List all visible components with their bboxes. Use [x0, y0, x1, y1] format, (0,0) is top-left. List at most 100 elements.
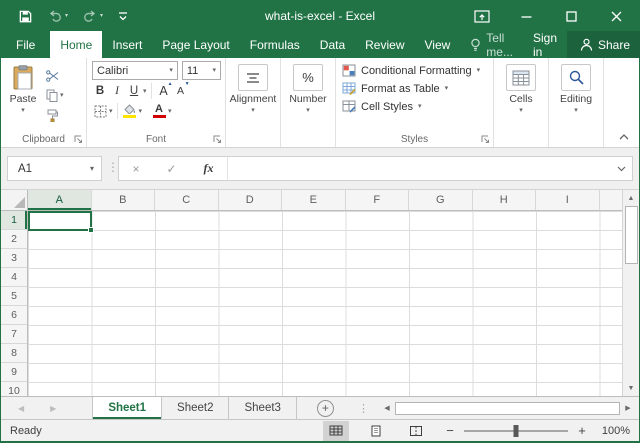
increase-font-size-button[interactable]: A▲: [156, 82, 172, 100]
horizontal-scrollbar-thumb[interactable]: [395, 402, 620, 415]
underline-button[interactable]: U: [126, 82, 142, 100]
row-header[interactable]: 8: [1, 344, 27, 363]
fill-color-dropdown-icon[interactable]: ▾: [139, 108, 143, 115]
spreadsheet-grid[interactable]: [28, 211, 622, 396]
clipboard-dialog-launcher[interactable]: [73, 134, 83, 144]
scroll-right-arrow-icon[interactable]: ▶: [620, 400, 636, 416]
column-header[interactable]: A: [28, 190, 92, 210]
ribbon-tab[interactable]: View: [415, 31, 461, 58]
enter-entry-button[interactable]: ✓: [166, 162, 176, 176]
editing-group[interactable]: Editing ▾: [549, 58, 604, 147]
share-button[interactable]: Share: [567, 31, 640, 58]
font-dialog-launcher[interactable]: [212, 134, 222, 144]
redo-button[interactable]: ▾: [83, 10, 103, 22]
zoom-slider[interactable]: [464, 430, 568, 432]
next-sheet-arrow-icon[interactable]: ▶: [50, 404, 56, 413]
ribbon-display-options-button[interactable]: [459, 1, 504, 31]
italic-button[interactable]: I: [109, 82, 125, 100]
new-sheet-button[interactable]: +: [317, 400, 334, 417]
borders-button[interactable]: [92, 102, 108, 120]
underline-dropdown-icon[interactable]: ▾: [143, 88, 147, 95]
customize-quick-access-toolbar-button[interactable]: [118, 11, 128, 21]
number-group[interactable]: % Number ▾: [281, 58, 336, 147]
paste-button[interactable]: Paste ▾: [3, 61, 43, 132]
column-header[interactable]: H: [473, 190, 537, 210]
expand-formula-bar-icon[interactable]: [617, 166, 626, 172]
column-header[interactable]: G: [409, 190, 473, 210]
row-header[interactable]: 5: [1, 287, 27, 306]
name-box[interactable]: A1 ▾: [7, 156, 102, 181]
column-header[interactable]: D: [219, 190, 283, 210]
row-header[interactable]: 7: [1, 325, 27, 344]
undo-button[interactable]: ▾: [48, 10, 68, 22]
cell-styles-dropdown-icon[interactable]: ▾: [418, 103, 422, 110]
cancel-entry-button[interactable]: ×: [132, 162, 139, 176]
row-header[interactable]: 3: [1, 249, 27, 268]
cell-styles-button[interactable]: Cell Styles ▾: [342, 100, 491, 113]
font-family-dropdown-icon[interactable]: ▾: [169, 67, 173, 74]
conditional-formatting-dropdown-icon[interactable]: ▾: [477, 67, 481, 74]
tab-bar-resize-handle[interactable]: ⋮: [358, 402, 369, 415]
font-size-dropdown-icon[interactable]: ▾: [212, 67, 216, 74]
alignment-dropdown-icon[interactable]: ▾: [251, 107, 255, 114]
select-all-button[interactable]: [1, 190, 28, 211]
name-box-dropdown-icon[interactable]: ▾: [90, 164, 101, 173]
conditional-formatting-button[interactable]: Conditional Formatting ▾: [342, 64, 491, 77]
selected-cell-a1[interactable]: [28, 211, 92, 231]
font-size-combobox[interactable]: 11 ▾: [182, 61, 221, 80]
cells-dropdown-icon[interactable]: ▾: [519, 107, 523, 114]
maximize-button[interactable]: [549, 1, 594, 31]
copy-dropdown-icon[interactable]: ▾: [60, 92, 64, 99]
row-header[interactable]: 1: [1, 211, 27, 230]
tell-me-box[interactable]: Tell me...: [460, 31, 523, 58]
font-color-dropdown-icon[interactable]: ▾: [168, 108, 172, 115]
zoom-in-button[interactable]: +: [577, 423, 587, 438]
page-layout-view-button[interactable]: [363, 421, 389, 441]
column-header[interactable]: F: [346, 190, 410, 210]
column-header[interactable]: C: [155, 190, 219, 210]
borders-dropdown-icon[interactable]: ▾: [109, 108, 113, 115]
format-as-table-button[interactable]: Format as Table ▾: [342, 82, 491, 95]
insert-function-button[interactable]: fx: [204, 161, 214, 176]
column-header[interactable]: B: [92, 190, 156, 210]
format-painter-button[interactable]: [46, 108, 64, 123]
collapse-ribbon-button[interactable]: [619, 134, 629, 140]
redo-dropdown-icon[interactable]: ▾: [100, 13, 103, 19]
ribbon-tab[interactable]: Home: [50, 31, 102, 58]
number-dropdown-icon[interactable]: ▾: [306, 107, 310, 114]
row-header[interactable]: 6: [1, 306, 27, 325]
zoom-out-button[interactable]: −: [445, 423, 455, 438]
formula-input[interactable]: [227, 156, 633, 181]
font-color-button[interactable]: A: [151, 102, 167, 120]
ribbon-tab[interactable]: Page Layout: [152, 31, 239, 58]
styles-dialog-launcher[interactable]: [480, 134, 490, 144]
sign-in-button[interactable]: Sign in: [523, 31, 567, 58]
bold-button[interactable]: B: [92, 82, 108, 100]
sheet-tab[interactable]: Sheet1: [92, 397, 162, 419]
undo-dropdown-icon[interactable]: ▾: [65, 13, 68, 19]
column-header[interactable]: E: [282, 190, 346, 210]
tab-file[interactable]: File: [1, 31, 50, 58]
minimize-button[interactable]: [504, 1, 549, 31]
zoom-slider-thumb[interactable]: [514, 425, 519, 437]
scroll-up-arrow-icon[interactable]: ▲: [623, 190, 639, 206]
row-header[interactable]: 9: [1, 363, 27, 382]
editing-dropdown-icon[interactable]: ▾: [574, 107, 578, 114]
row-header[interactable]: 2: [1, 230, 27, 249]
vertical-scrollbar-thumb[interactable]: [625, 206, 638, 264]
close-button[interactable]: [594, 1, 639, 31]
save-button[interactable]: [18, 9, 33, 24]
ribbon-tab[interactable]: Formulas: [240, 31, 310, 58]
normal-view-button[interactable]: [323, 421, 349, 441]
copy-button[interactable]: ▾: [46, 88, 64, 103]
column-header[interactable]: I: [536, 190, 600, 210]
font-family-combobox[interactable]: Calibri ▾: [92, 61, 178, 80]
ribbon-tab[interactable]: Review: [355, 31, 414, 58]
sheet-tab[interactable]: Sheet3: [229, 397, 296, 419]
scroll-left-arrow-icon[interactable]: ◀: [379, 400, 395, 416]
ribbon-tab[interactable]: Insert: [102, 31, 152, 58]
previous-sheet-arrow-icon[interactable]: ◀: [18, 404, 24, 413]
fill-handle[interactable]: [88, 227, 94, 233]
page-break-preview-button[interactable]: [403, 421, 429, 441]
zoom-level[interactable]: 100%: [596, 425, 630, 437]
